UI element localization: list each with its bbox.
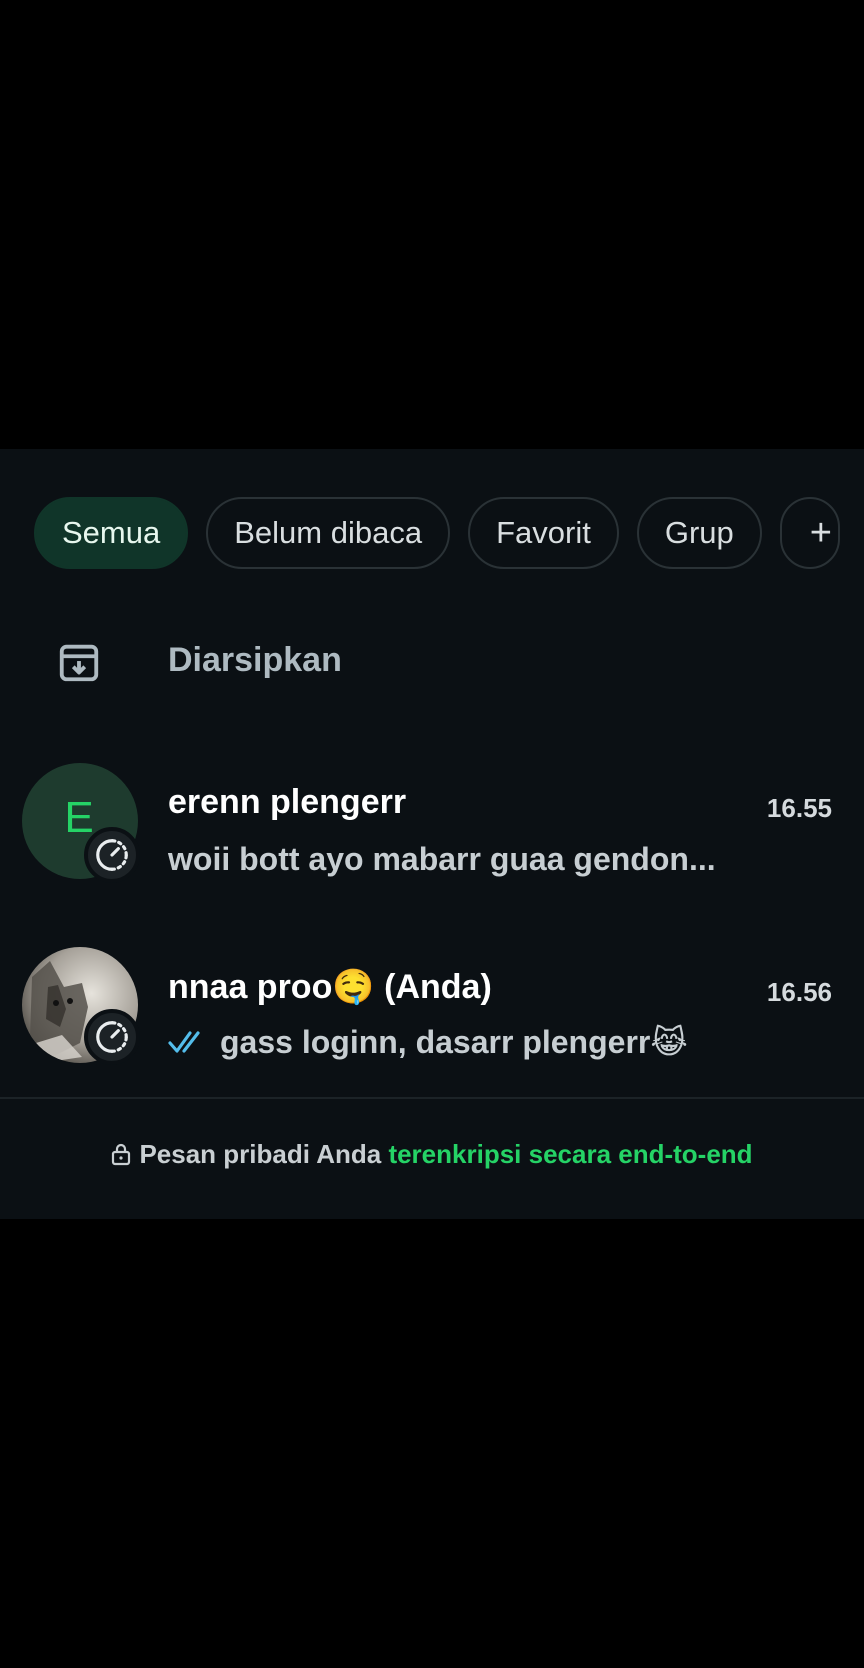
- chat-preview-text: gass loginn, dasarr plengerr😹: [220, 1024, 688, 1060]
- encryption-notice: Pesan pribadi Anda terenkripsi secara en…: [0, 1139, 864, 1170]
- encryption-text: Pesan pribadi Anda: [139, 1139, 382, 1169]
- chat-preview: gass loginn, dasarr plengerr😹: [168, 1023, 688, 1061]
- archived-label: Diarsipkan: [168, 641, 342, 679]
- chat-name: nnaa proo🤤 (Anda): [168, 968, 492, 1006]
- chat-time: 16.56: [766, 977, 832, 1007]
- chat-row-erenn[interactable]: E erenn plengerr 16.55 woii bott ayo mab…: [0, 763, 864, 893]
- filter-chip-groups[interactable]: Grup: [636, 497, 762, 569]
- chat-name: erenn plengerr: [168, 783, 407, 821]
- filter-chip-all[interactable]: Semua: [34, 497, 189, 569]
- lock-icon: [112, 1143, 131, 1166]
- archive-icon: [59, 644, 99, 682]
- chat-list-panel: Semua Belum dibaca Favorit Grup + Diarsi…: [0, 449, 864, 1219]
- disappearing-timer-icon: [84, 827, 140, 883]
- add-filter-button[interactable]: +: [779, 497, 840, 569]
- filter-chip-unread[interactable]: Belum dibaca: [206, 497, 451, 569]
- chat-preview-text: woii bott ayo mabarr guaa gendon...: [168, 841, 716, 877]
- chat-time: 16.55: [766, 793, 832, 823]
- archived-row[interactable]: Diarsipkan: [0, 621, 864, 701]
- disappearing-timer-icon: [84, 1009, 140, 1065]
- chat-preview: woii bott ayo mabarr guaa gendon...: [168, 841, 716, 878]
- double-check-icon: [168, 1031, 200, 1053]
- divider: [0, 1097, 864, 1099]
- chat-row-self[interactable]: nnaa proo🤤 (Anda) 16.56 gass loginn, das…: [0, 947, 864, 1077]
- avatar-letter: E: [64, 793, 94, 842]
- filter-chips: Semua Belum dibaca Favorit Grup +: [34, 497, 840, 569]
- encryption-link[interactable]: terenkripsi secara end-to-end: [388, 1139, 752, 1169]
- filter-chip-favorites[interactable]: Favorit: [468, 497, 619, 569]
